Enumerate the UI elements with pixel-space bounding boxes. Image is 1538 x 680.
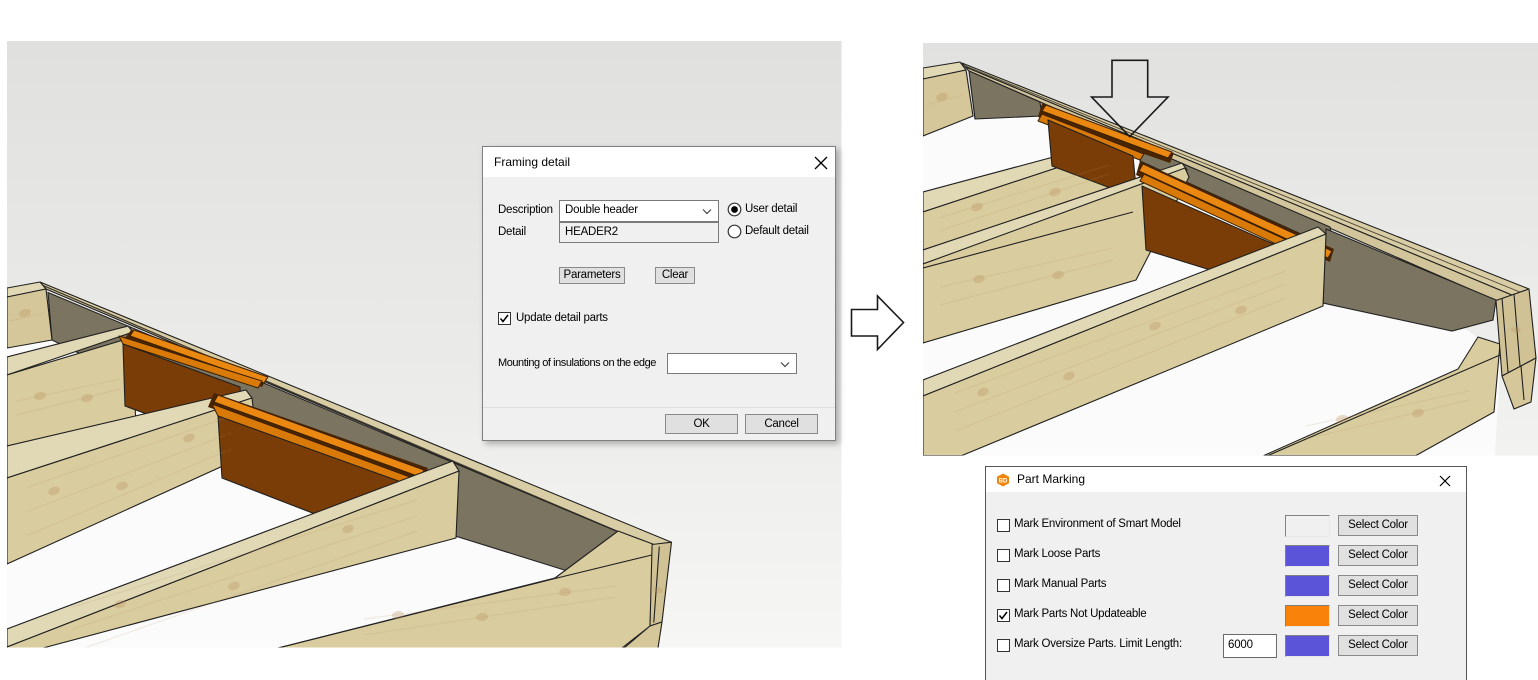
svg-text:BD: BD <box>999 479 1008 485</box>
